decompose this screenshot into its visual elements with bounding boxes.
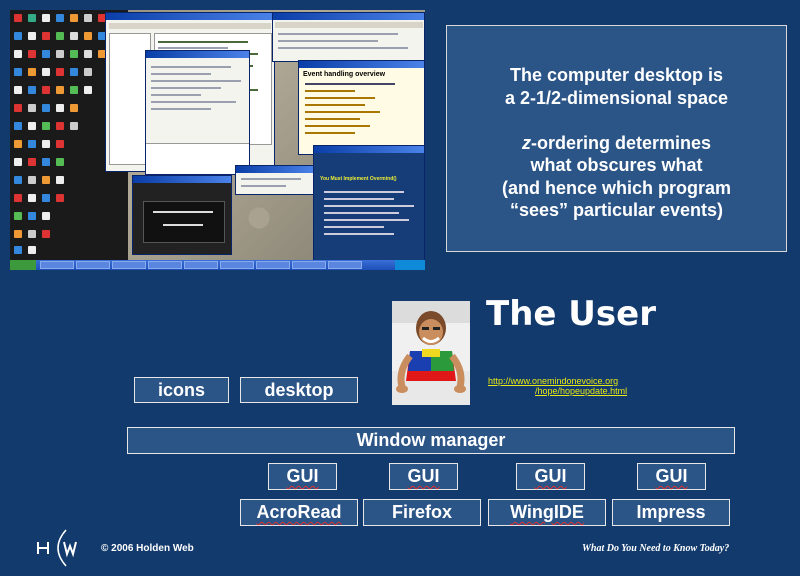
gui-box-2: GUI <box>389 463 458 490</box>
gui-box-1: GUI <box>268 463 337 490</box>
copyright: © 2006 Holden Web <box>101 543 194 554</box>
info-box: The computer desktop is a 2-1/2-dimensio… <box>446 25 787 252</box>
editor-window <box>145 50 250 175</box>
info-line-6: “sees” particular events) <box>509 200 724 220</box>
holden-web-logo <box>36 528 86 568</box>
window-manager-box: Window manager <box>127 427 735 454</box>
info-line-4: what obscures what <box>530 155 703 175</box>
icons-box: icons <box>134 377 229 403</box>
file-window <box>272 12 425 62</box>
small-window <box>235 165 315 195</box>
app-box-acroread: AcroRead <box>240 499 358 526</box>
dialog-window <box>132 175 232 255</box>
user-photo <box>392 301 470 405</box>
app-box-wingide: WingIDE <box>488 499 606 526</box>
desktop-screenshot: Event handling overview You Must Impleme… <box>10 10 425 270</box>
user-url-line-1[interactable]: http://www.onemindonevoice.org <box>488 376 618 386</box>
gui-box-4: GUI <box>637 463 706 490</box>
info-line-5: (and hence which program <box>501 177 732 198</box>
slide-window: You Must Implement Overmind() <box>313 145 425 263</box>
desktop-box: desktop <box>240 377 358 403</box>
slide-title: You Must Implement Overmind() <box>320 176 397 182</box>
user-url-line-2[interactable]: /hope/hopeupdate.html <box>535 386 627 396</box>
info-line-2: a 2-1/2-dimensional space <box>504 87 729 108</box>
window-title: Event handling overview <box>303 71 386 78</box>
tagline: What Do You Need to Know Today? <box>582 543 730 554</box>
app-box-firefox: Firefox <box>363 499 481 526</box>
info-line-1: The computer desktop is <box>509 65 724 85</box>
gui-box-3: GUI <box>516 463 585 490</box>
app-box-impress: Impress <box>612 499 730 526</box>
info-line-3: z-ordering determines <box>521 132 712 153</box>
event-handling-window: Event handling overview <box>298 60 425 155</box>
user-title: The User <box>486 294 656 334</box>
taskbar <box>10 260 425 270</box>
